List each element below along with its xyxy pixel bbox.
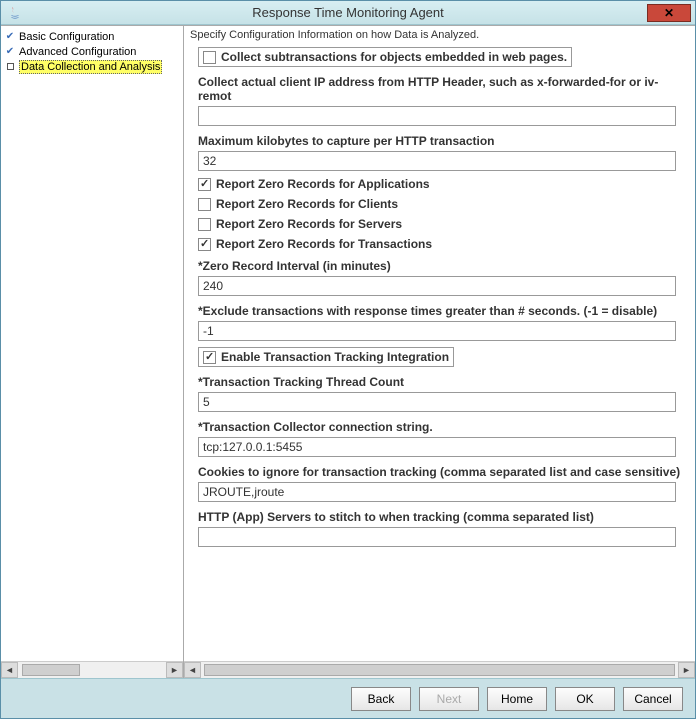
client-ip-label: Collect actual client IP address from HT… — [198, 75, 689, 103]
http-servers-label: HTTP (App) Servers to stitch to when tra… — [198, 510, 689, 524]
scroll-track[interactable] — [18, 662, 166, 678]
cancel-button[interactable]: Cancel — [623, 687, 683, 711]
enable-tt-checkbox[interactable]: Enable Transaction Tracking Integration — [198, 347, 454, 367]
checkbox-icon — [198, 238, 211, 251]
main-description: Specify Configuration Information on how… — [184, 26, 695, 43]
sidebar-item-data-collection[interactable]: Data Collection and Analysis — [3, 59, 181, 74]
scroll-thumb[interactable] — [22, 664, 80, 676]
window: Response Time Monitoring Agent ✕ ✔ Basic… — [0, 0, 696, 719]
content-area: ✔ Basic Configuration ✔ Advanced Configu… — [1, 25, 695, 678]
http-servers-input[interactable] — [198, 527, 676, 547]
ok-button[interactable]: OK — [555, 687, 615, 711]
scroll-thumb[interactable] — [204, 664, 675, 676]
next-button[interactable]: Next — [419, 687, 479, 711]
report-zero-clients-checkbox[interactable]: Report Zero Records for Clients — [198, 197, 689, 211]
collect-subtransactions-checkbox[interactable]: Collect subtransactions for objects embe… — [198, 47, 572, 67]
checkbox-icon — [198, 178, 211, 191]
zero-interval-label: *Zero Record Interval (in minutes) — [198, 259, 689, 273]
checkbox-icon — [203, 351, 216, 364]
titlebar: Response Time Monitoring Agent ✕ — [1, 1, 695, 25]
checkbox-label: Report Zero Records for Servers — [216, 217, 402, 231]
scroll-left-icon[interactable]: ◄ — [1, 662, 18, 678]
sidebar-hscrollbar[interactable]: ◄ ► — [1, 661, 183, 678]
checkbox-label: Report Zero Records for Applications — [216, 177, 430, 191]
report-zero-applications-checkbox[interactable]: Report Zero Records for Applications — [198, 177, 689, 191]
scroll-right-icon[interactable]: ► — [166, 662, 183, 678]
window-title: Response Time Monitoring Agent — [1, 5, 695, 20]
zero-interval-input[interactable] — [198, 276, 676, 296]
sidebar-list: ✔ Basic Configuration ✔ Advanced Configu… — [1, 26, 183, 661]
form: Collect subtransactions for objects embe… — [184, 43, 695, 661]
report-zero-transactions-checkbox[interactable]: Report Zero Records for Transactions — [198, 237, 689, 251]
cookies-label: Cookies to ignore for transaction tracki… — [198, 465, 689, 479]
tt-thread-input[interactable] — [198, 392, 676, 412]
check-icon: ✔ — [5, 32, 15, 42]
checkbox-label: Collect subtransactions for objects embe… — [221, 50, 567, 64]
checkbox-label: Enable Transaction Tracking Integration — [221, 350, 449, 364]
checkbox-label: Report Zero Records for Transactions — [216, 237, 432, 251]
report-zero-servers-checkbox[interactable]: Report Zero Records for Servers — [198, 217, 689, 231]
check-icon: ✔ — [5, 47, 15, 57]
sidebar-item-label: Data Collection and Analysis — [19, 60, 162, 74]
checkbox-icon — [203, 51, 216, 64]
tt-collector-input[interactable] — [198, 437, 676, 457]
scroll-left-icon[interactable]: ◄ — [184, 662, 201, 678]
java-icon — [7, 5, 23, 21]
max-kb-input[interactable] — [198, 151, 676, 171]
scroll-right-icon[interactable]: ► — [678, 662, 695, 678]
sidebar-item-label: Advanced Configuration — [19, 46, 136, 58]
exclude-label: *Exclude transactions with response time… — [198, 304, 689, 318]
sidebar-item-basic-configuration[interactable]: ✔ Basic Configuration — [3, 29, 181, 44]
checkbox-icon — [198, 198, 211, 211]
sidebar-item-label: Basic Configuration — [19, 31, 114, 43]
tt-collector-label: *Transaction Collector connection string… — [198, 420, 689, 434]
home-button[interactable]: Home — [487, 687, 547, 711]
tt-thread-label: *Transaction Tracking Thread Count — [198, 375, 689, 389]
sidebar-item-advanced-configuration[interactable]: ✔ Advanced Configuration — [3, 44, 181, 59]
back-button[interactable]: Back — [351, 687, 411, 711]
exclude-input[interactable] — [198, 321, 676, 341]
footer: Back Next Home OK Cancel — [1, 678, 695, 718]
sidebar: ✔ Basic Configuration ✔ Advanced Configu… — [1, 26, 184, 678]
max-kb-label: Maximum kilobytes to capture per HTTP tr… — [198, 134, 689, 148]
client-ip-input[interactable] — [198, 106, 676, 126]
cookies-input[interactable] — [198, 482, 676, 502]
box-icon — [5, 62, 15, 72]
close-icon: ✕ — [664, 6, 674, 20]
main-hscrollbar[interactable]: ◄ ► — [184, 661, 695, 678]
close-button[interactable]: ✕ — [647, 4, 691, 22]
scroll-track[interactable] — [201, 662, 678, 678]
checkbox-icon — [198, 218, 211, 231]
main-panel: Specify Configuration Information on how… — [184, 26, 695, 678]
checkbox-label: Report Zero Records for Clients — [216, 197, 398, 211]
